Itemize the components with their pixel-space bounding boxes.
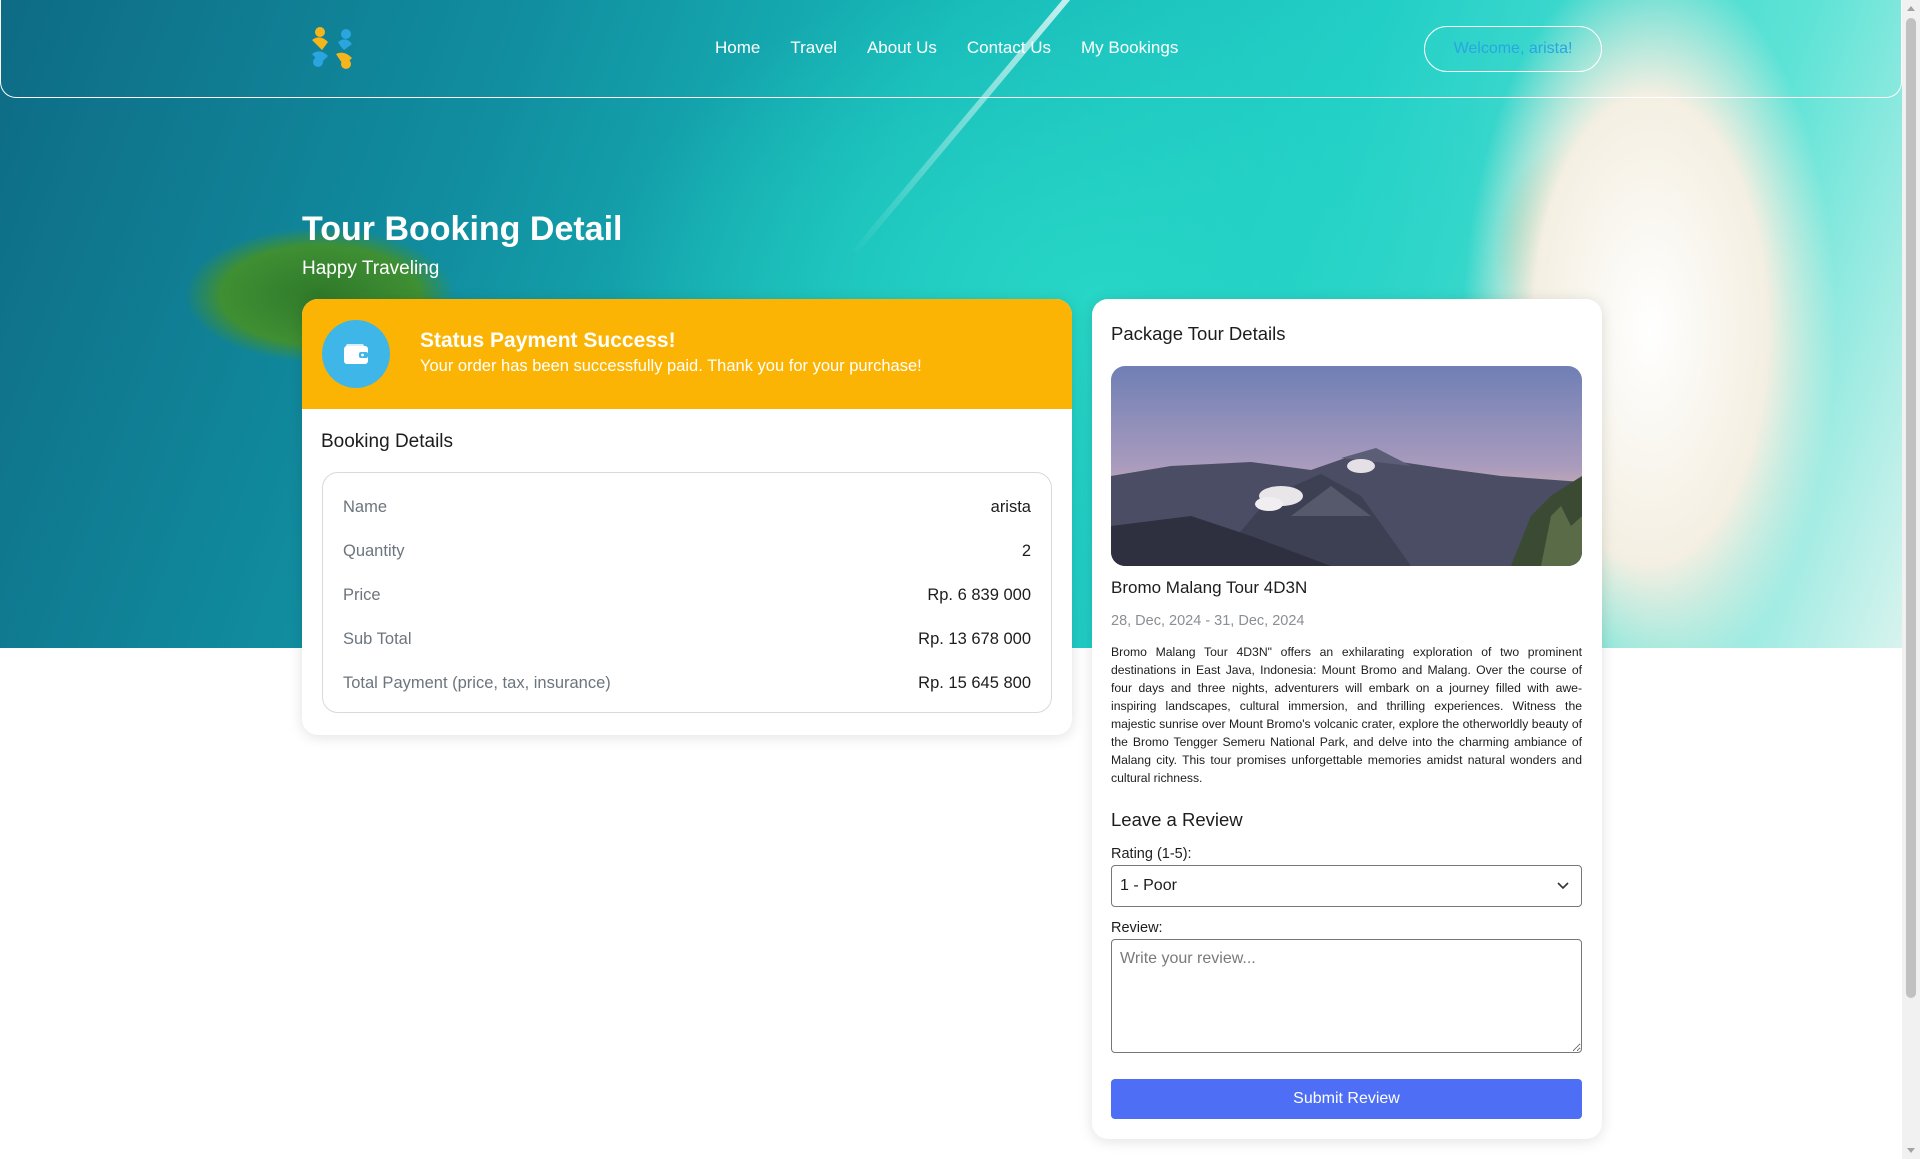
detail-row-price: Price Rp. 6 839 000 [343,573,1031,617]
booking-card: Status Payment Success! Your order has b… [302,299,1072,735]
logo-icon[interactable] [306,22,358,74]
page-subtitle: Happy Traveling [302,258,440,279]
nav-links: Home Travel About Us Contact Us My Booki… [715,38,1178,58]
detail-value: Rp. 6 839 000 [927,585,1031,604]
detail-label: Total Payment (price, tax, insurance) [343,673,611,692]
nav-home[interactable]: Home [715,38,760,58]
rating-selected-value: 1 - Poor [1120,877,1177,894]
detail-label: Quantity [343,541,405,560]
package-dates: 28, Dec, 2024 - 31, Dec, 2024 [1111,613,1305,629]
review-label: Review: [1111,920,1163,936]
detail-value: Rp. 13 678 000 [918,629,1031,648]
detail-label: Sub Total [343,629,412,648]
status-banner: Status Payment Success! Your order has b… [302,299,1072,409]
wallet-icon [344,344,368,364]
package-card: Package Tour Details Bromo Malang Tour 4… [1092,299,1602,1139]
welcome-user-button[interactable]: Welcome, arista! [1424,26,1602,72]
review-heading: Leave a Review [1111,809,1243,830]
status-icon-circle [322,320,390,388]
detail-row-total-payment: Total Payment (price, tax, insurance) Rp… [343,661,1031,705]
nav-travel[interactable]: Travel [790,38,837,58]
package-heading: Package Tour Details [1111,323,1286,344]
scrollbar-thumb[interactable] [1906,18,1916,998]
package-image [1111,366,1582,566]
package-name: Bromo Malang Tour 4D3N [1111,578,1308,597]
package-description: Bromo Malang Tour 4D3N" offers an exhila… [1111,645,1582,785]
detail-row-subtotal: Sub Total Rp. 13 678 000 [343,617,1031,661]
booking-details-heading: Booking Details [321,431,454,452]
detail-label: Name [343,497,388,516]
detail-label: Price [343,585,381,604]
nav-contact-us[interactable]: Contact Us [967,38,1051,58]
scrollbar[interactable] [1902,0,1920,1159]
navbar: Home Travel About Us Contact Us My Booki… [0,0,1902,98]
nav-my-bookings[interactable]: My Bookings [1081,38,1178,58]
status-message: Your order has been successfully paid. T… [420,357,922,375]
rating-label: Rating (1-5): [1111,846,1192,862]
mountain-landscape-image [1111,366,1582,566]
scroll-down-icon[interactable] [1907,1148,1915,1153]
chevron-down-icon [1557,882,1569,890]
submit-review-button[interactable]: Submit Review [1111,1079,1582,1119]
rating-select[interactable]: 1 - Poor [1111,865,1582,907]
status-title: Status Payment Success! [420,329,676,352]
page-title: Tour Booking Detail [302,210,623,248]
review-textarea[interactable] [1111,939,1582,1053]
detail-value: Rp. 15 645 800 [918,673,1031,692]
booking-details-box: Name arista Quantity 2 Price Rp. 6 839 0… [322,472,1052,713]
detail-value: 2 [1021,541,1031,560]
detail-row-name: Name arista [343,485,1031,529]
nav-about-us[interactable]: About Us [867,38,937,58]
detail-row-quantity: Quantity 2 [343,529,1031,573]
detail-value: arista [990,497,1031,516]
scroll-up-icon[interactable] [1907,6,1915,11]
